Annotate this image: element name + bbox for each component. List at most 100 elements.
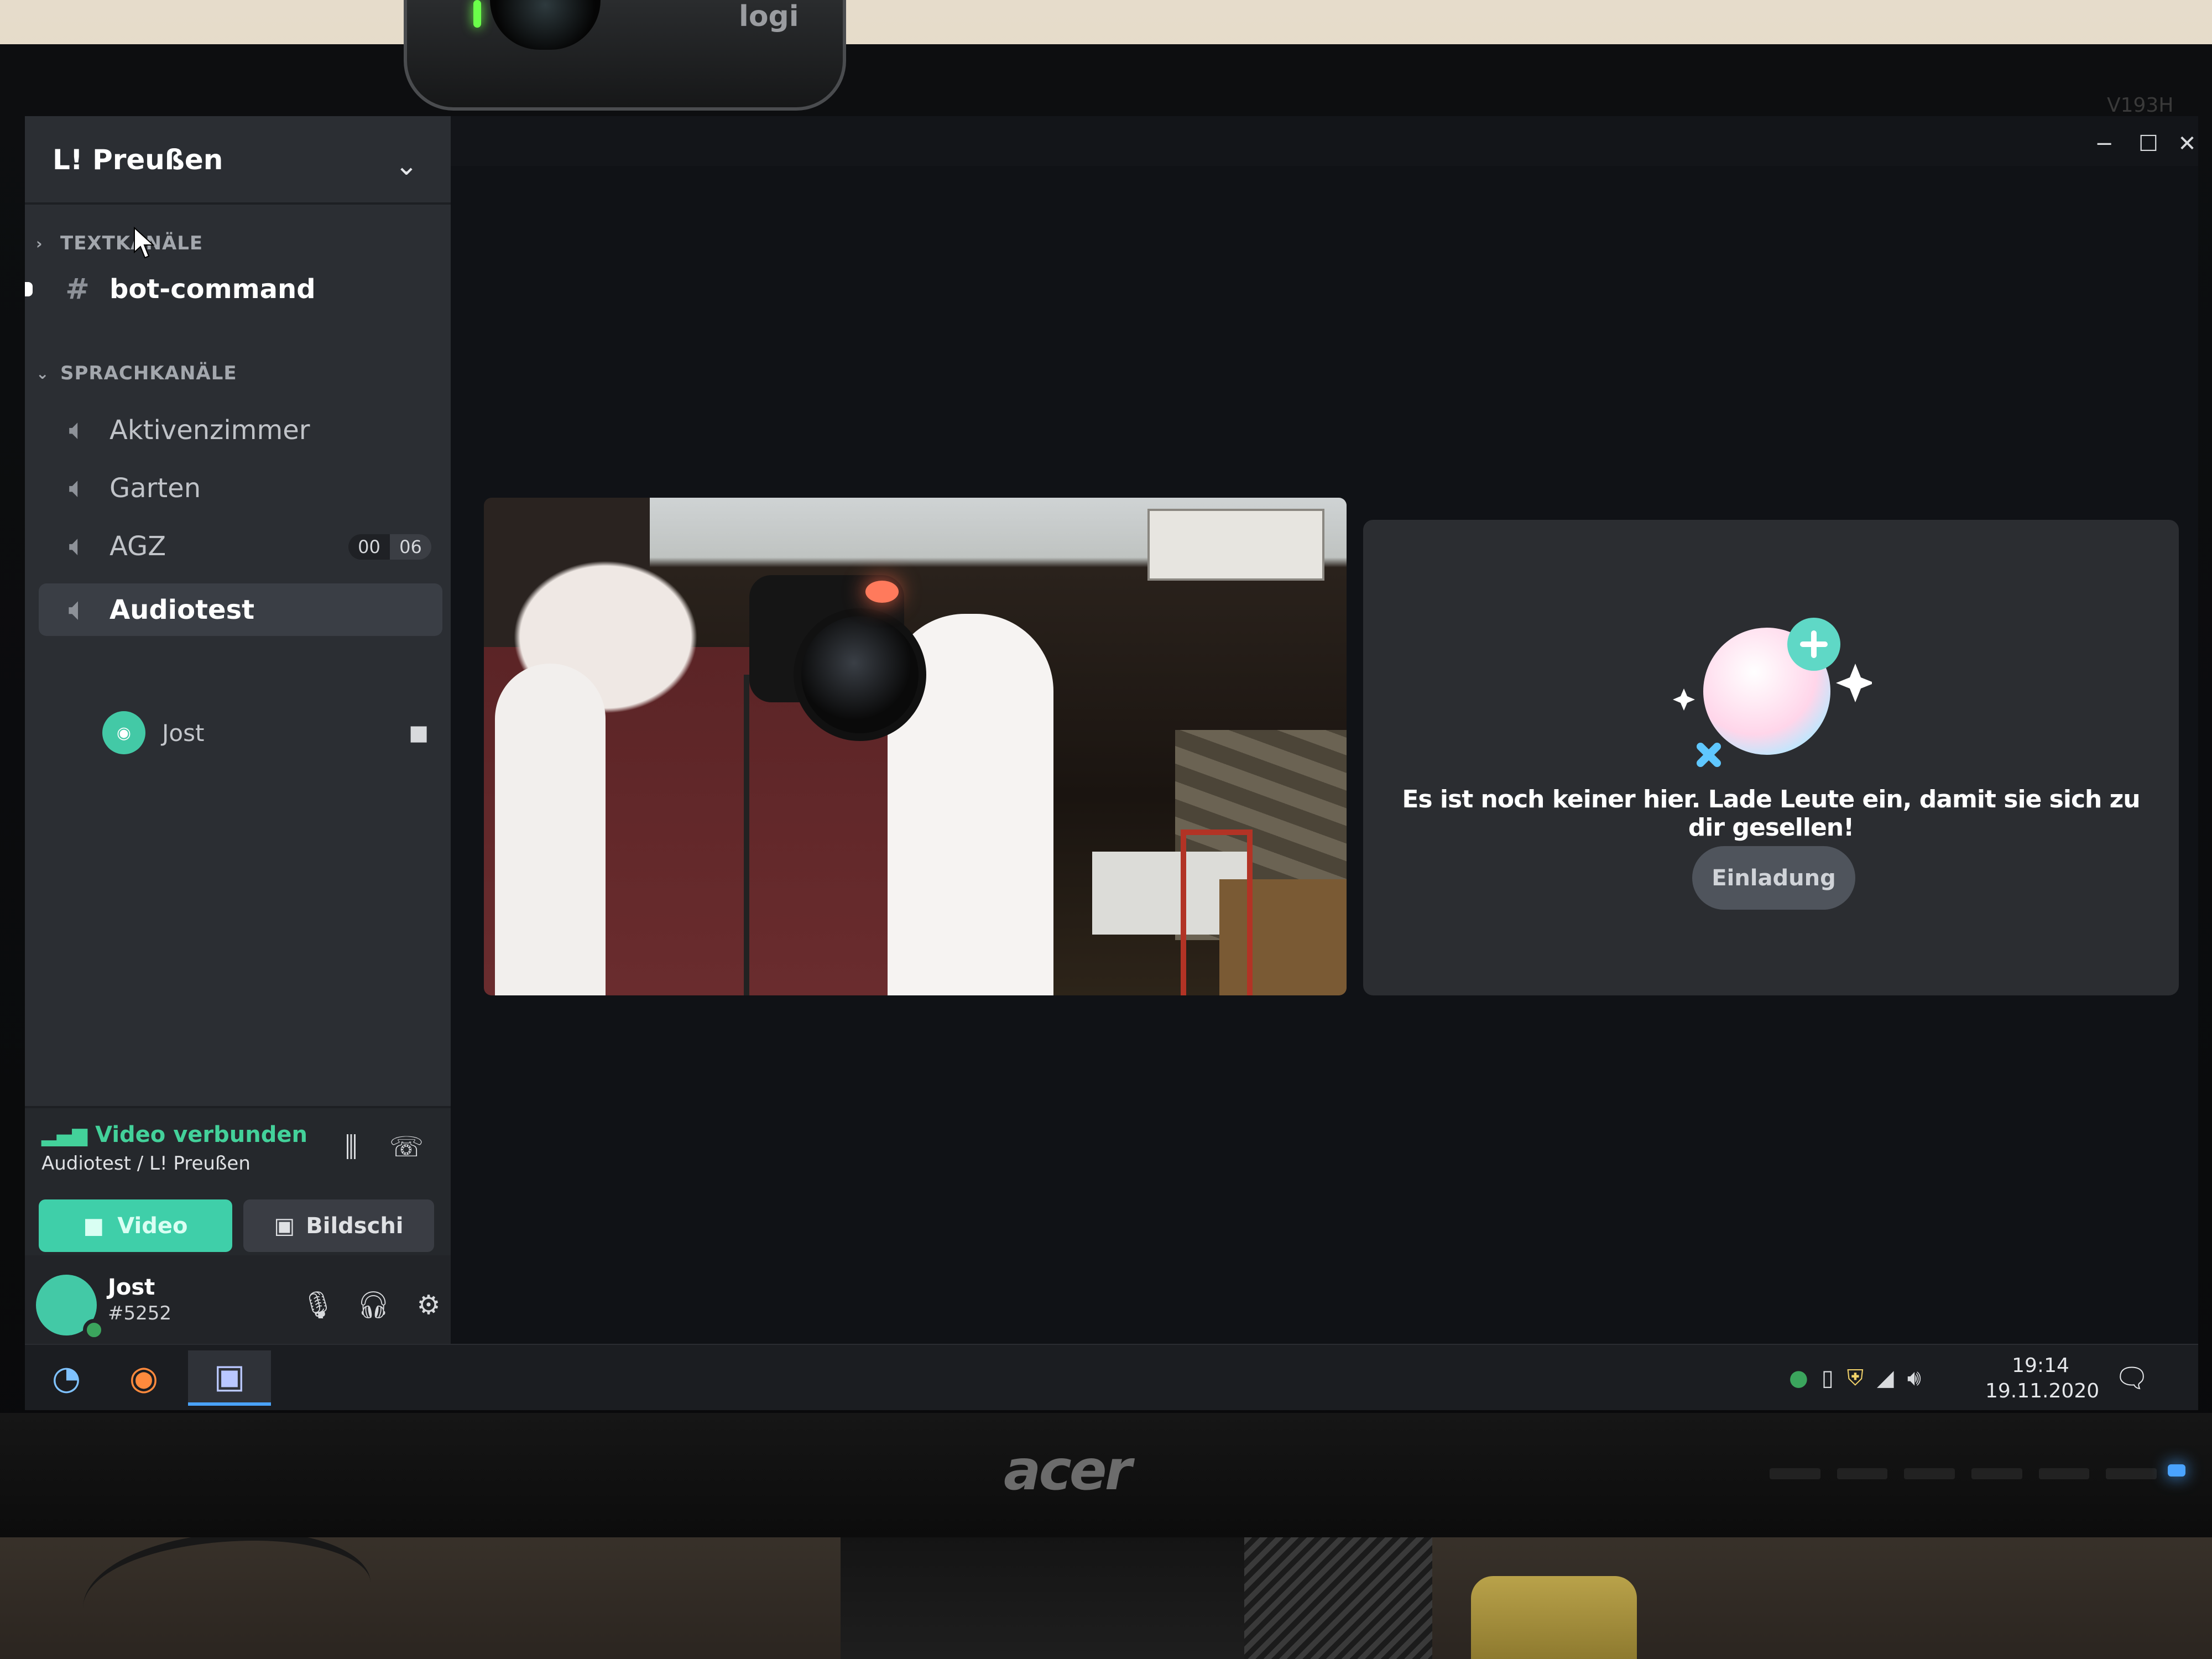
voice-connection-panel: ▂▄▆ Video verbunden Audiotest / L! Preuß… [25,1106,451,1255]
video-stream-tile[interactable] [484,498,1347,995]
screen: L! Preußen ⌄ › TEXTKANÄLE # bot-command … [25,116,2198,1410]
voice-channel-audiotest[interactable]: 🔈︎ Audiotest [39,583,442,636]
system-tray: ● ▯ ⛨ ◢ 🔊︎ [1789,1350,1977,1406]
category-label: TEXTKANÄLE [60,232,204,254]
video-chair [1181,830,1253,995]
channel-name: Aktivenzimmer [109,414,310,446]
connection-location[interactable]: Audiotest / L! Preußen [41,1152,329,1180]
voice-member-name: Jost [162,719,205,747]
voice-channel-garten[interactable]: 🔈︎ Garten [39,462,442,514]
minimize-icon[interactable]: − [2088,127,2121,160]
channel-bot-command[interactable]: # bot-command [39,263,442,315]
windows-start-icon: ◔ [51,1359,81,1397]
connection-status-text: Video verbunden [95,1122,307,1147]
monitor-brand-logo: acer [1004,1438,1132,1503]
screen-share-button[interactable]: ▣ Bildschi [243,1199,434,1252]
monitor-button [1904,1468,1955,1479]
video-camera-light [865,581,899,603]
video-camera-strap [744,675,749,995]
discord-app-icon: ▣ [213,1357,246,1396]
security-shield-icon[interactable]: ⛨ [1847,1365,1864,1391]
voice-channel-aktivenzimmer[interactable]: 🔈︎ Aktivenzimmer [39,404,442,456]
invite-illustration-icon [1673,618,1872,767]
webcam-activity-light [473,0,481,28]
counter-current: 00 [348,534,390,560]
firefox-icon: ◉ [129,1359,159,1397]
start-button[interactable]: ◔ [25,1350,108,1406]
category-text-channels[interactable]: › TEXTKANÄLE [36,229,423,257]
desk-object [1471,1576,1637,1659]
disconnect-call-icon[interactable]: ☏ [384,1125,429,1169]
user-name[interactable]: Jost [108,1275,246,1302]
video-camera-icon: ■ [409,721,429,745]
channel-name: Garten [109,472,201,504]
video-button-label: Video [117,1213,188,1239]
video-camera-icon: ■ [83,1213,105,1239]
volume-icon[interactable]: 🔊︎ [1907,1365,1921,1391]
user-limit-counter: 00 06 [348,534,431,560]
usb-icon[interactable]: ▯ [1822,1365,1834,1391]
speaker-icon: 🔈︎ [69,529,86,562]
gear-icon[interactable]: ⚙ [406,1283,451,1327]
pc-case-vent [1244,1537,1432,1659]
monitor-button [2038,1468,2090,1479]
voice-channel-agz[interactable]: 🔈︎ AGZ 00 06 [39,520,442,572]
microphone-icon[interactable]: 🎙︎ [296,1283,340,1327]
category-label: SPRACHKANÄLE [60,362,237,384]
channel-name: bot-command [109,273,316,305]
call-view: − ☐ ✕ Es ist noch keiner hier. Lade Leut… [451,116,2198,1344]
signal-strength-icon: ▂▄▆ [41,1123,88,1146]
monitor-front-buttons [1770,1468,2157,1479]
video-wall-picture [1147,509,1324,581]
video-button[interactable]: ■ Video [39,1199,232,1252]
maximize-icon[interactable]: ☐ [2132,127,2165,160]
monitor-button [1770,1468,1820,1479]
window-titlebar: − ☐ ✕ [451,116,2198,166]
monitor-button [1971,1468,2022,1479]
unread-indicator [25,282,33,296]
clock-date: 19.11.2020 [1985,1380,2100,1402]
webcam-brand-logo: logi [739,0,799,33]
noise-suppression-icon[interactable]: ⫼ [329,1125,373,1169]
screen-share-icon: ▣ [274,1213,295,1239]
user-tag: #5252 [108,1302,172,1324]
webcam: logi [404,0,846,111]
chevron-down-icon[interactable]: ⌄ [390,149,423,182]
mouse-cursor-icon [134,227,155,259]
headphones-icon[interactable]: 🎧︎ [351,1283,395,1327]
invite-button[interactable]: Einladung [1692,846,1855,910]
power-led [2168,1464,2185,1477]
speaker-icon: 🔈︎ [69,471,86,504]
clock-time: 19:14 [2012,1354,2069,1377]
taskbar: ◔ ◉ ▣ ● ▯ ⛨ ◢ 🔊︎ 19:14 19.11.2020 🗨︎ [25,1344,2198,1410]
taskbar-discord[interactable]: ▣ [188,1350,271,1406]
channel-name: AGZ [109,530,166,562]
chevron-down-icon: ⌄ [36,364,50,383]
webcam-lens [490,0,601,50]
close-icon[interactable]: ✕ [2171,127,2198,160]
category-voice-channels[interactable]: ⌄ SPRACHKANÄLE [36,359,423,387]
empty-call-message: Es ist noch keiner hier. Lade Leute ein,… [1402,785,2140,842]
user-panel: Jost #5252 🎙︎ 🎧︎ ⚙ [25,1255,451,1344]
empty-call-tile: Es ist noch keiner hier. Lade Leute ein,… [1363,520,2179,995]
channel-name: Audiotest [109,594,255,625]
notification-center-icon[interactable]: 🗨︎ [2110,1356,2154,1400]
counter-limit: 06 [390,534,431,560]
wifi-icon[interactable]: ◢ [1877,1365,1894,1391]
hash-icon: # [65,272,90,306]
speaker-icon: 🔈︎ [69,593,86,626]
taskbar-firefox[interactable]: ◉ [102,1350,185,1406]
video-person-arm [495,664,606,995]
speaker-icon: 🔈︎ [69,413,86,446]
voice-member-jost[interactable]: ◉ Jost ■ [102,708,440,758]
channel-sidebar: L! Preußen ⌄ › TEXTKANÄLE # bot-command … [25,116,451,1344]
screen-share-label: Bildschi [306,1213,404,1239]
taskbar-clock[interactable]: 19:14 19.11.2020 [1985,1353,2100,1408]
monitor-button [2106,1468,2157,1479]
online-status-indicator [83,1319,105,1341]
monitor-button [1837,1468,1888,1479]
connection-status[interactable]: ▂▄▆ Video verbunden [41,1119,329,1150]
status-circle-icon[interactable]: ● [1789,1365,1808,1391]
server-header[interactable]: L! Preußen ⌄ [25,116,451,205]
server-name: L! Preußen [53,144,223,176]
